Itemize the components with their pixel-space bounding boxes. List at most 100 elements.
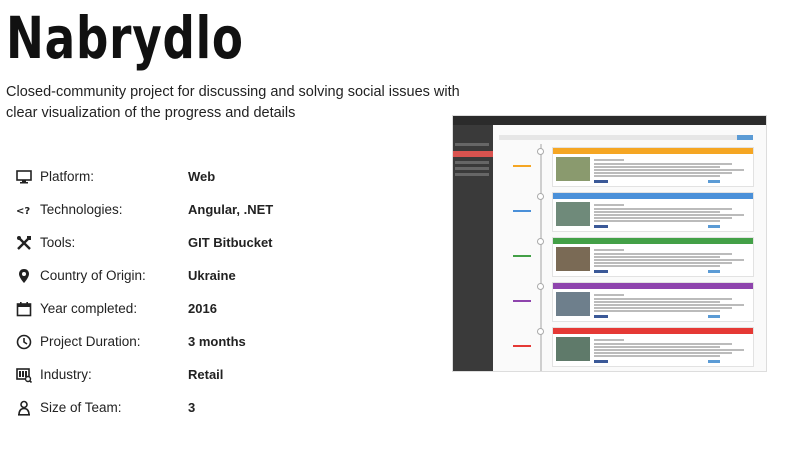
sidebar-active-item: [453, 151, 493, 157]
card-thumbnail: [556, 247, 590, 271]
card-text-line: [594, 204, 624, 206]
card-status-pill: [708, 180, 720, 183]
card-status-pill: [708, 315, 720, 318]
app-logo: [456, 116, 459, 125]
app-search-button: [737, 135, 753, 140]
timeline-time-marker: [513, 345, 531, 347]
card-status-pill: [708, 360, 720, 363]
card-text-line: [594, 166, 720, 168]
card-text-line: [594, 256, 720, 258]
calendar-icon: [16, 301, 32, 317]
card-text-line: [594, 159, 624, 161]
card-status-pill: [708, 225, 720, 228]
card-text-line: [594, 343, 732, 345]
spec-team-size: Size of Team: 3: [16, 391, 436, 424]
card-text-line: [594, 169, 744, 171]
timeline-time-marker: [513, 255, 531, 257]
card-text-line: [594, 265, 720, 267]
timeline-dot: [537, 283, 544, 290]
card-text-line: [594, 208, 732, 210]
card-header-bar: [553, 238, 753, 244]
card-text-line: [594, 301, 720, 303]
card-share-icons: [594, 270, 608, 273]
card-text-line: [594, 175, 720, 177]
spec-label: Country of Origin:: [40, 268, 146, 283]
spec-year: Year completed: 2016: [16, 292, 436, 325]
card-text-line: [594, 211, 720, 213]
app-topbar: [453, 116, 766, 125]
card-header-bar: [553, 193, 753, 199]
card-thumbnail: [556, 202, 590, 226]
card-header-bar: [553, 328, 753, 334]
spec-value: Retail: [188, 367, 224, 382]
card-thumbnail: [556, 292, 590, 316]
spec-label: Industry:: [40, 367, 92, 382]
spec-label: Platform:: [40, 169, 95, 184]
card-text-line: [594, 217, 732, 219]
app-sidebar: [453, 125, 493, 371]
spec-duration: Project Duration: 3 months: [16, 325, 436, 358]
timeline-dot: [537, 238, 544, 245]
person-icon: [16, 400, 32, 416]
card-text-line: [594, 304, 744, 306]
spec-label: Project Duration:: [40, 334, 141, 349]
card-share-icons: [594, 360, 608, 363]
spec-value: Web: [188, 169, 216, 184]
location-pin-icon: [16, 268, 32, 284]
spec-value: Angular, .NET: [188, 202, 274, 217]
spec-label: Technologies:: [40, 202, 123, 217]
app-screenshot-image: [452, 115, 767, 372]
sidebar-line: [455, 161, 489, 164]
timeline-card: [552, 147, 754, 187]
timeline-time-marker: [513, 210, 531, 212]
project-title: Nabrydlo: [6, 4, 244, 72]
sidebar-line: [455, 167, 489, 170]
card-text-line: [594, 346, 720, 348]
spec-country: Country of Origin: Ukraine: [16, 259, 436, 292]
timeline-card: [552, 192, 754, 232]
card-text-line: [594, 349, 744, 351]
clock-icon: [16, 334, 32, 350]
card-text-line: [594, 172, 732, 174]
card-text-line: [594, 307, 732, 309]
spec-label: Size of Team:: [40, 400, 122, 415]
card-text-line: [594, 310, 720, 312]
timeline-time-marker: [513, 300, 531, 302]
project-description: Closed-community project for discussing …: [6, 84, 460, 121]
timeline-time-marker: [513, 165, 531, 167]
timeline-card: [552, 327, 754, 367]
timeline-card: [552, 282, 754, 322]
sidebar-line: [455, 173, 489, 176]
spec-value: GIT Bitbucket: [188, 235, 273, 250]
timeline-card: [552, 237, 754, 277]
card-text-line: [594, 262, 732, 264]
card-text-line: [594, 294, 624, 296]
card-thumbnail: [556, 337, 590, 361]
project-specs: Platform: Web <? Technologies: Angular, …: [16, 160, 436, 424]
card-header-bar: [553, 283, 753, 289]
timeline-dot: [537, 148, 544, 155]
card-status-pill: [708, 270, 720, 273]
card-text-line: [594, 220, 720, 222]
card-header-bar: [553, 148, 753, 154]
card-text-line: [594, 355, 720, 357]
card-text-line: [594, 249, 624, 251]
card-share-icons: [594, 180, 608, 183]
card-text-line: [594, 214, 744, 216]
svg-text:<?: <?: [16, 206, 30, 217]
card-text-line: [594, 339, 624, 341]
spec-value: 3 months: [188, 334, 246, 349]
app-search-bar: [499, 135, 752, 140]
card-share-icons: [594, 315, 608, 318]
card-text-line: [594, 253, 732, 255]
card-text-line: [594, 352, 732, 354]
code-icon: <?: [16, 202, 32, 218]
monitor-icon: [16, 169, 32, 185]
card-text-line: [594, 298, 732, 300]
sidebar-line: [455, 143, 489, 146]
card-thumbnail: [556, 157, 590, 181]
timeline-dot: [537, 193, 544, 200]
card-text-line: [594, 259, 744, 261]
spec-tools: Tools: GIT Bitbucket: [16, 226, 436, 259]
spec-technologies: <? Technologies: Angular, .NET: [16, 193, 436, 226]
